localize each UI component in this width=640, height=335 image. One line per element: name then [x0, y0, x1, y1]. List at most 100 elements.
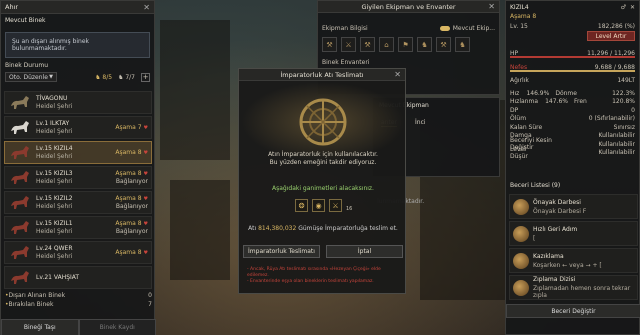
horse-location: Heidel Şehri: [36, 203, 73, 210]
change-skill-button[interactable]: Beceri Değiştir: [506, 304, 640, 318]
mount-exp: 182,286 (%): [597, 23, 635, 30]
stamina-bar: [510, 70, 635, 72]
reward-item-icon[interactable]: ❂: [295, 199, 308, 212]
imperial-delivery-button[interactable]: İmparatorluk Teslimatı: [243, 245, 320, 258]
skill-icon: [513, 225, 529, 242]
horse-meta: Aşama 8 ♥: [115, 249, 148, 257]
horse-location: Heidel Şehri: [36, 128, 73, 135]
horse-list-item[interactable]: Lv.15 KIZIL4 Heidel Şehri Aşama 8 ♥: [4, 141, 152, 164]
stat-value: 120.8%: [612, 98, 635, 106]
stat-row: Hızlanma 147.6% Fren 120.8%: [510, 98, 635, 107]
horse-list-item[interactable]: Lv.21 VAHŞIAT: [4, 266, 152, 289]
level-row: Lv. 15 182,286 (%): [510, 23, 635, 30]
horse-tier-wrap: Aşama 8 ♥: [115, 249, 148, 256]
horse-list-item[interactable]: Lv.24 QWER Heidel Şehri Aşama 8 ♥: [4, 241, 152, 264]
name-row: KIZIL4 ♂ ✕: [510, 4, 635, 11]
close-icon[interactable]: ✕: [488, 2, 495, 11]
stat-value: 0 (Sıfırlanabilir): [588, 115, 635, 123]
horse-list-item[interactable]: Lv.15 KIZIL3 Heidel Şehri Aşama 8 ♥ Bağlanıy…: [4, 166, 152, 189]
dialog-notes: - Ancak, Rüya Atı teslimatı sırasında «H…: [247, 267, 399, 285]
horse-meta: Aşama 8 ♥: [115, 149, 148, 157]
horse-list-item[interactable]: Lv.1 ILKTAY Heidel Şehri Aşama 7 ♥: [4, 116, 152, 139]
horse-state: Bağlanıyor: [115, 178, 148, 185]
equipment-slots: ⚒ ⚔ ⚒ ⌂ ⚑ ♞ ⚒ ♞: [322, 37, 470, 52]
dialog-note: - Envanterinde eşya olan bineklerin tesl…: [247, 279, 374, 284]
skill-item[interactable]: Kazıklama Koşarken ← veya → + [: [509, 248, 638, 273]
horse-list-item[interactable]: Lv.15 KIZIL1 Heidel Şehri Aşama 8 ♥ Bağlanıy…: [4, 216, 152, 239]
horse-name: Lv.24 QWER: [36, 245, 73, 252]
cancel-button[interactable]: İptal: [326, 245, 403, 258]
horse-text: TİVAGONU Heidel Şehri: [36, 95, 72, 110]
horse-text: Lv.15 KIZIL2 Heidel Şehri: [36, 195, 73, 210]
horse-list-item[interactable]: TİVAGONU Heidel Şehri: [4, 91, 152, 114]
equipment-slot[interactable]: ⚑: [398, 37, 413, 52]
skill-name: Kazıklama: [533, 252, 564, 260]
stat-value: Kullanılabilir: [598, 140, 635, 148]
dialog-title: İmparatorluk Atı Teslimatı: [280, 70, 364, 79]
skill-text: Hızlı Geri Adım[: [533, 226, 577, 242]
tab-pearl[interactable]: İnci: [415, 119, 426, 127]
dialog-message: Atın İmparatorluk için kullanılacaktır. …: [247, 151, 399, 167]
horse-icon: [8, 269, 32, 287]
horse-name: Lv.15 KIZIL1: [36, 220, 73, 227]
close-icon[interactable]: ✕: [394, 70, 401, 79]
reward-item-icon[interactable]: ⚔: [329, 199, 342, 212]
equipment-slot[interactable]: ⌂: [379, 37, 394, 52]
skill-text: Kazıklama Koşarken ← veya → + [: [533, 253, 602, 269]
horse-tier: Aşama 8: [115, 170, 142, 177]
equipment-slot[interactable]: ⚒: [436, 37, 451, 52]
horse-name: Lv.15 KIZIL3: [36, 170, 73, 177]
reward-item-icon[interactable]: ◉: [312, 199, 325, 212]
add-slot-button[interactable]: +: [141, 72, 150, 82]
equipment-slot[interactable]: ♞: [455, 37, 470, 52]
notice-text: Şu an dışarı alınmış binek bulunmamaktad…: [12, 38, 90, 52]
skill-desc: [: [533, 234, 536, 242]
stat-label: Hızlanma: [510, 98, 538, 106]
take-out-mount-button[interactable]: Bineği Taşı: [1, 319, 79, 335]
skill-icon: [513, 279, 529, 296]
stat-value: 146.9%: [526, 89, 550, 97]
stat-value: 147.6%: [545, 98, 568, 106]
skill-item[interactable]: Önayak Darbesi Önayak Darbesi F: [509, 194, 638, 219]
horse-text: Lv.24 QWER Heidel Şehri: [36, 245, 73, 260]
mount-inventory-label: Binek Envanteri: [322, 59, 370, 66]
level-up-button[interactable]: Level Artır: [587, 31, 635, 41]
close-icon[interactable]: ✕: [143, 3, 150, 12]
stat-label: Kalan Süre: [510, 123, 543, 131]
stat-value: 122.3%: [612, 89, 635, 97]
horse-tier-wrap: Aşama 7 ♥: [115, 124, 148, 131]
equipment-slot[interactable]: ♞: [417, 37, 432, 52]
mount-name: KIZIL4: [510, 4, 529, 11]
skills-heading: Beceri Listesi (9): [510, 182, 561, 189]
close-icon[interactable]: ✕: [630, 4, 635, 11]
stat-label: Ölüm: [510, 115, 527, 123]
price-line: Atı 814,380,032 Gümüşe İmparatorluğa tes…: [247, 225, 399, 232]
equipment-slot[interactable]: ⚒: [360, 37, 375, 52]
horse-icon: [8, 169, 32, 187]
horse-meta: Aşama 8 ♥ Bağlanıyor: [115, 220, 148, 235]
horse-meta: Aşama 8 ♥ Bağlanıyor: [115, 170, 148, 185]
mount-counts: ♞ 8/5 ♞ 7/7 +: [95, 72, 150, 82]
horse-name: TİVAGONU: [36, 95, 68, 102]
stat-row: Ölüm 0 (Sıfırlanabilir): [510, 115, 635, 124]
horse-icon: [8, 219, 32, 237]
mount-info-panel: KIZIL4 ♂ ✕ Aşama 8 Lv. 15 182,286 (%) Le…: [505, 0, 640, 335]
no-mount-notice: Şu an dışarı alınmış binek bulunmamaktad…: [5, 32, 150, 58]
skill-name: Önayak Darbesi: [533, 198, 581, 206]
equipment-slot[interactable]: ⚒: [322, 37, 337, 52]
gender-icon: ♂: [620, 4, 626, 11]
skill-desc: Zıplamadan hemen sonra tekrar zıpla: [533, 285, 631, 299]
summary-row: • Bırakılan Binek 7: [5, 300, 152, 309]
reward-count: 16: [346, 206, 353, 212]
current-equipment-toggle[interactable]: Mevcut Ekip...: [439, 25, 495, 32]
skill-item[interactable]: Zıplama Dizisi Zıplamadan hemen sonra tek…: [509, 275, 638, 300]
sort-dropdown[interactable]: Oto. Düzenle ▼: [5, 72, 57, 82]
stat-value: 0: [631, 106, 635, 114]
register-mount-button[interactable]: Binek Kaydı: [78, 319, 156, 335]
horse-list-item[interactable]: Lv.15 KIZIL2 Heidel Şehri Aşama 8 ♥ Bağlanıy…: [4, 191, 152, 214]
horse-state: Bağlanıyor: [115, 203, 148, 210]
horse-text: Lv.15 KIZIL4 Heidel Şehri: [36, 145, 73, 160]
skill-item[interactable]: Hızlı Geri Adım[: [509, 221, 638, 246]
equipment-slot[interactable]: ⚔: [341, 37, 356, 52]
heart-icon: ♥: [143, 124, 148, 131]
